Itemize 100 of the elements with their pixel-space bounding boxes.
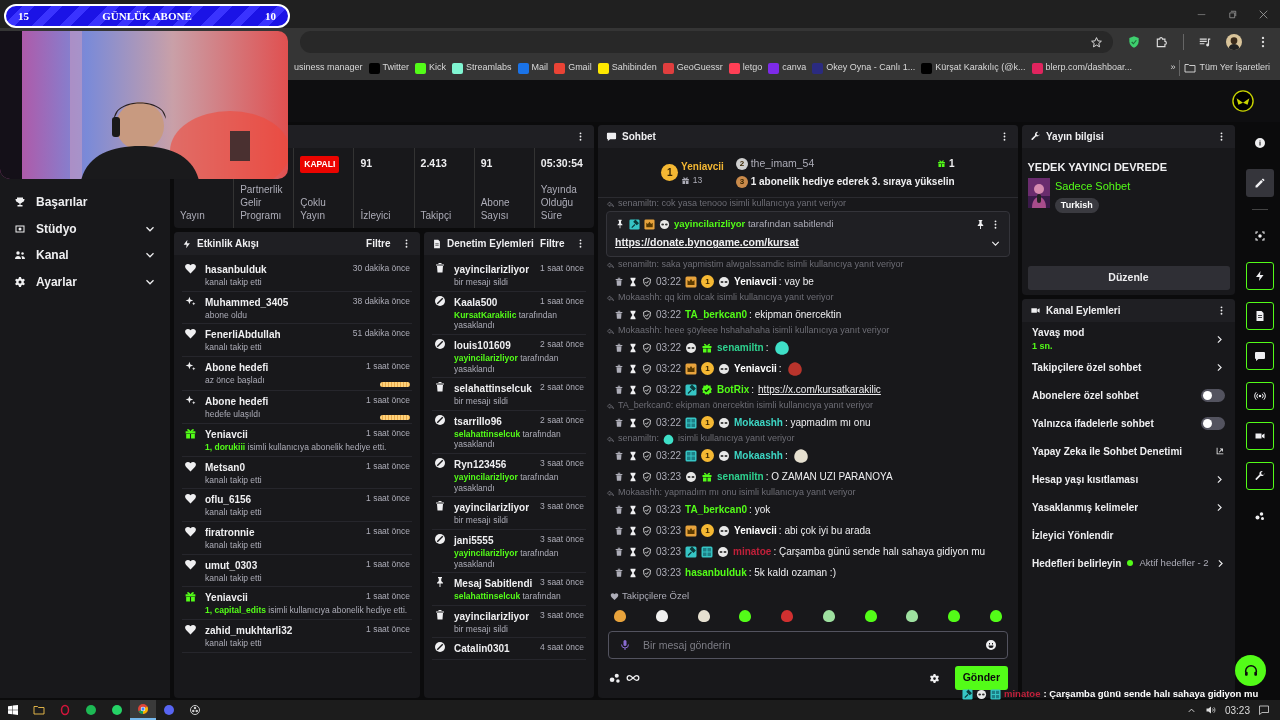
channel-action[interactable]: Hesap yaşı kısıtlaması (1022, 465, 1235, 494)
bookmark[interactable]: usiness manager (292, 61, 365, 75)
bookmarks-folder[interactable]: Tüm Yer İşaretleri (1182, 61, 1272, 75)
bookmark[interactable]: blerp.com/dashboar... (1029, 61, 1135, 75)
sidebar-item[interactable]: Kanal (0, 242, 170, 269)
broadcast-button[interactable] (1245, 382, 1274, 410)
shield-icon[interactable] (642, 525, 652, 536)
microphone-icon[interactable] (619, 639, 631, 652)
more-bookmarks-button[interactable]: » (1168, 61, 1178, 75)
channel-action[interactable]: Takipçilere özel sohbet (1022, 353, 1235, 382)
taskbar-app[interactable] (130, 700, 156, 720)
hourglass-icon[interactable] (628, 471, 638, 482)
bolt-button[interactable] (1245, 262, 1274, 290)
bookmark[interactable]: Sahibinden (595, 61, 659, 75)
shield-icon[interactable] (642, 276, 652, 287)
message-input[interactable]: Bir mesaj gönderin (641, 632, 975, 659)
doc-button[interactable] (1245, 302, 1274, 330)
username[interactable]: Mokaashh (734, 448, 783, 463)
link[interactable]: https://x.com/kursatkarakilic (758, 382, 881, 397)
emote-icon[interactable] (653, 608, 670, 625)
emote-icon[interactable] (612, 608, 628, 625)
username[interactable]: Mokaashh (734, 415, 783, 430)
hourglass-icon[interactable] (628, 567, 638, 578)
shield-icon[interactable] (642, 546, 652, 557)
hourglass-icon[interactable] (628, 450, 638, 461)
trash-icon[interactable] (614, 450, 624, 461)
trash-icon[interactable] (614, 309, 624, 320)
username[interactable]: senamiltn (717, 469, 764, 484)
send-button[interactable]: Gönder (954, 666, 1008, 690)
channel-action[interactable]: Yalnızca ifadelerle sohbet (1022, 409, 1235, 438)
hourglass-icon[interactable] (628, 384, 638, 395)
hourglass-icon[interactable] (628, 504, 638, 515)
bookmark[interactable]: GeoGuessr (660, 61, 725, 75)
bookmark[interactable]: Gmail (552, 61, 594, 75)
username[interactable]: Yeniavcii (734, 361, 777, 376)
bookmark[interactable]: Kick (413, 61, 449, 75)
sidebar-item[interactable]: Stüdyo (0, 215, 170, 242)
message-field[interactable]: Bir mesaj gönderin (608, 631, 1008, 660)
channel-action[interactable]: İzleyici Yönlendir (1022, 521, 1235, 550)
avatar-icon[interactable] (1226, 34, 1242, 50)
volume-icon[interactable] (1204, 704, 1217, 716)
emote-icon[interactable] (820, 608, 837, 625)
chat-button[interactable] (1245, 342, 1274, 370)
username[interactable]: senamiltn (717, 340, 764, 355)
category-name[interactable]: Sadece Sohbet (1055, 178, 1131, 195)
video-button[interactable] (1245, 422, 1274, 450)
pin-icon[interactable] (975, 218, 986, 230)
emote-icon[interactable] (862, 608, 879, 625)
emote-icon[interactable] (904, 608, 921, 625)
channel-action[interactable]: Yapay Zeka ile Sohbet Denetimi (1022, 437, 1235, 466)
trash-icon[interactable] (614, 342, 624, 353)
shield-icon[interactable] (642, 504, 652, 515)
trash-icon[interactable] (614, 546, 624, 557)
username[interactable]: TA_berkcan0 (685, 502, 748, 517)
trash-icon[interactable] (614, 417, 624, 428)
dots-icon[interactable] (608, 671, 622, 686)
filter-button[interactable]: Filtre (540, 236, 565, 251)
link[interactable]: https://donate.bynogame.com/kursat (615, 235, 799, 251)
hourglass-icon[interactable] (628, 342, 638, 353)
hourglass-icon[interactable] (628, 276, 638, 287)
star-icon[interactable] (1090, 35, 1103, 49)
wrench-button[interactable] (1245, 462, 1274, 490)
hourglass-icon[interactable] (628, 546, 638, 557)
shield-icon[interactable] (642, 450, 652, 461)
channel-action[interactable]: Yasaklanmış kelimeler (1022, 493, 1235, 522)
emoji-icon[interactable] (985, 639, 997, 652)
edit-button[interactable]: Düzenle (1027, 266, 1230, 290)
username[interactable]: Yeniavcii (734, 274, 777, 289)
emote-icon[interactable] (695, 608, 712, 625)
notification-icon[interactable] (1258, 704, 1270, 716)
clock[interactable]: 03:23 (1224, 702, 1250, 718)
settings-icon[interactable] (928, 672, 940, 684)
trash-icon[interactable] (614, 384, 624, 395)
trash-icon[interactable] (614, 471, 624, 482)
emote-icon[interactable] (946, 608, 963, 625)
bookmark[interactable]: Okey Oyna - Canlı 1... (810, 61, 918, 75)
bookmark[interactable]: canva (766, 61, 809, 75)
shield-icon[interactable] (642, 567, 652, 578)
trash-icon[interactable] (614, 504, 624, 515)
bookmark[interactable]: letgo (726, 61, 765, 75)
username[interactable]: Yeniavcii (734, 523, 777, 538)
hourglass-icon[interactable] (628, 363, 638, 374)
pencil-button[interactable] (1245, 169, 1274, 197)
trash-icon[interactable] (614, 525, 624, 536)
trash-icon[interactable] (614, 363, 624, 374)
hourglass-icon[interactable] (628, 525, 638, 536)
bookmark[interactable]: Mail (515, 61, 551, 75)
trash-icon[interactable] (614, 567, 624, 578)
toggle-switch[interactable] (1201, 388, 1225, 402)
bookmark[interactable]: Twitter (366, 61, 412, 75)
shield-icon[interactable] (642, 342, 652, 353)
shield-icon[interactable] (642, 309, 652, 320)
channel-action[interactable]: Abonelere özel sohbet (1022, 381, 1235, 410)
puzzle-icon[interactable] (1155, 35, 1169, 49)
hourglass-icon[interactable] (628, 417, 638, 428)
shield-icon[interactable] (642, 471, 652, 482)
emote-icon[interactable] (987, 608, 1004, 625)
sidebar-item[interactable]: Ayarlar (0, 268, 170, 295)
emote-icon[interactable] (737, 608, 754, 625)
username[interactable]: TA_berkcan0 (685, 307, 748, 322)
